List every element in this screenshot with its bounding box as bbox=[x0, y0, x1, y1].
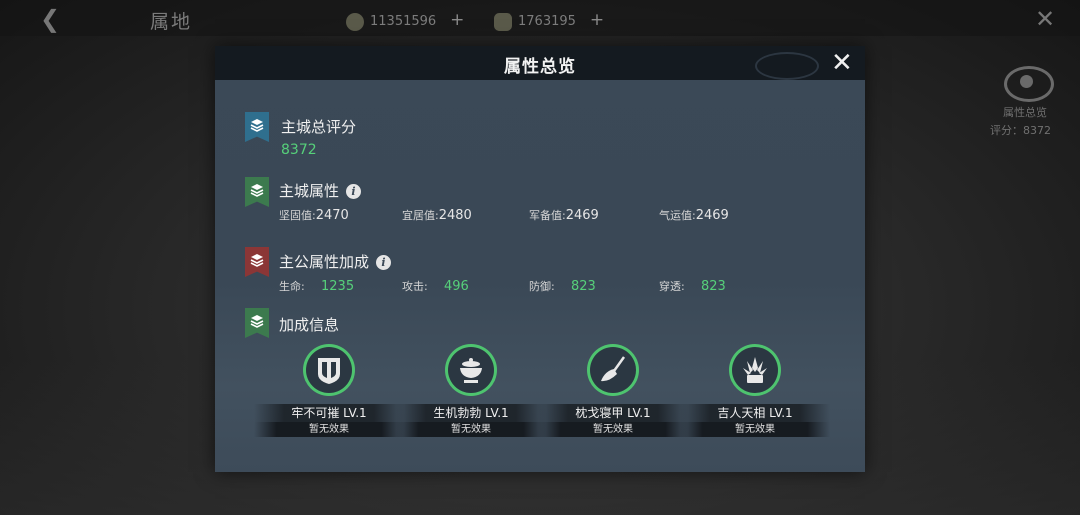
overall-score-title: 主城总评分 bbox=[281, 118, 357, 136]
back-arrow-icon[interactable]: ❮ bbox=[40, 5, 60, 33]
plant-icon bbox=[743, 357, 767, 383]
buff-ring bbox=[587, 344, 639, 396]
layers-icon bbox=[250, 254, 264, 267]
lord-bonus-item: 穿透: 823 bbox=[659, 279, 726, 294]
coin-icon bbox=[346, 12, 364, 31]
buff-name: 牢不可摧 LV.1 bbox=[254, 404, 404, 422]
lord-bonus-item: 攻击: 496 bbox=[402, 279, 469, 294]
add-coins-button[interactable]: + bbox=[450, 10, 464, 30]
resource-counter-grain: 1763195 + bbox=[494, 10, 604, 31]
buff-effect: 暂无效果 bbox=[538, 422, 688, 437]
layers-icon bbox=[250, 315, 264, 328]
overall-score-badge-icon bbox=[245, 112, 269, 142]
layers-icon bbox=[250, 184, 264, 197]
bonus-info-badge-icon bbox=[245, 308, 269, 338]
buff-item[interactable]: 牢不可摧 LV.1 暂无效果 bbox=[254, 344, 404, 437]
eye-icon[interactable] bbox=[1004, 66, 1054, 102]
buff-name: 吉人天相 LV.1 bbox=[680, 404, 830, 422]
buff-effect: 暂无效果 bbox=[680, 422, 830, 437]
overall-score-value: 8372 bbox=[281, 142, 317, 158]
add-grain-button[interactable]: + bbox=[590, 10, 604, 30]
city-attr-item: 宜居值:2480 bbox=[402, 208, 472, 223]
background-close-icon[interactable]: ✕ bbox=[1035, 5, 1055, 33]
buff-ring bbox=[303, 344, 355, 396]
city-attr-item: 气运值:2469 bbox=[659, 208, 729, 223]
bonus-info-title: 加成信息 bbox=[279, 316, 340, 334]
city-attr-item: 军备值:2469 bbox=[529, 208, 599, 223]
dialog-header: 属性总览 ✕ bbox=[215, 46, 865, 80]
attribute-overview-shortcut-label: 属性总览 bbox=[1003, 106, 1047, 119]
buff-name: 枕戈寝甲 LV.1 bbox=[538, 404, 688, 422]
close-icon[interactable]: ✕ bbox=[831, 48, 853, 78]
city-attrs-badge-icon bbox=[245, 177, 269, 207]
bowl-icon bbox=[460, 358, 482, 383]
city-attr-item: 坚固值:2470 bbox=[279, 208, 349, 223]
city-attrs-title: 主城属性 i bbox=[279, 180, 362, 201]
attribute-overview-dialog: 属性总览 ✕ 主城总评分 8372 主城属性 i 坚固值:2470 宜居值:248… bbox=[215, 46, 865, 472]
lord-bonus-item: 防御: 823 bbox=[529, 279, 596, 294]
dialog-title: 属性总览 bbox=[504, 57, 576, 77]
broom-icon bbox=[601, 356, 626, 382]
buff-item[interactable]: 生机勃勃 LV.1 暂无效果 bbox=[396, 344, 546, 437]
info-icon[interactable]: i bbox=[376, 255, 392, 270]
buff-item[interactable]: 枕戈寝甲 LV.1 暂无效果 bbox=[538, 344, 688, 437]
attribute-overview-shortcut-score: 评分：8372 bbox=[990, 124, 1051, 137]
lord-bonus-item: 生命: 1235 bbox=[279, 279, 355, 294]
lord-bonus-title: 主公属性加成 i bbox=[279, 251, 392, 272]
buff-ring bbox=[729, 344, 781, 396]
resource-counter-coins: 11351596 + bbox=[346, 10, 464, 31]
buff-effect: 暂无效果 bbox=[396, 422, 546, 437]
buff-item[interactable]: 吉人天相 LV.1 暂无效果 bbox=[680, 344, 830, 437]
grain-icon bbox=[494, 12, 512, 31]
buff-effect: 暂无效果 bbox=[254, 422, 404, 437]
shield-icon bbox=[318, 358, 340, 384]
layers-icon bbox=[250, 119, 264, 132]
buff-name: 生机勃勃 LV.1 bbox=[396, 404, 546, 422]
background-page-title: 属地 bbox=[150, 11, 193, 33]
lord-bonus-badge-icon bbox=[245, 247, 269, 277]
info-icon[interactable]: i bbox=[346, 184, 362, 199]
buff-ring bbox=[445, 344, 497, 396]
